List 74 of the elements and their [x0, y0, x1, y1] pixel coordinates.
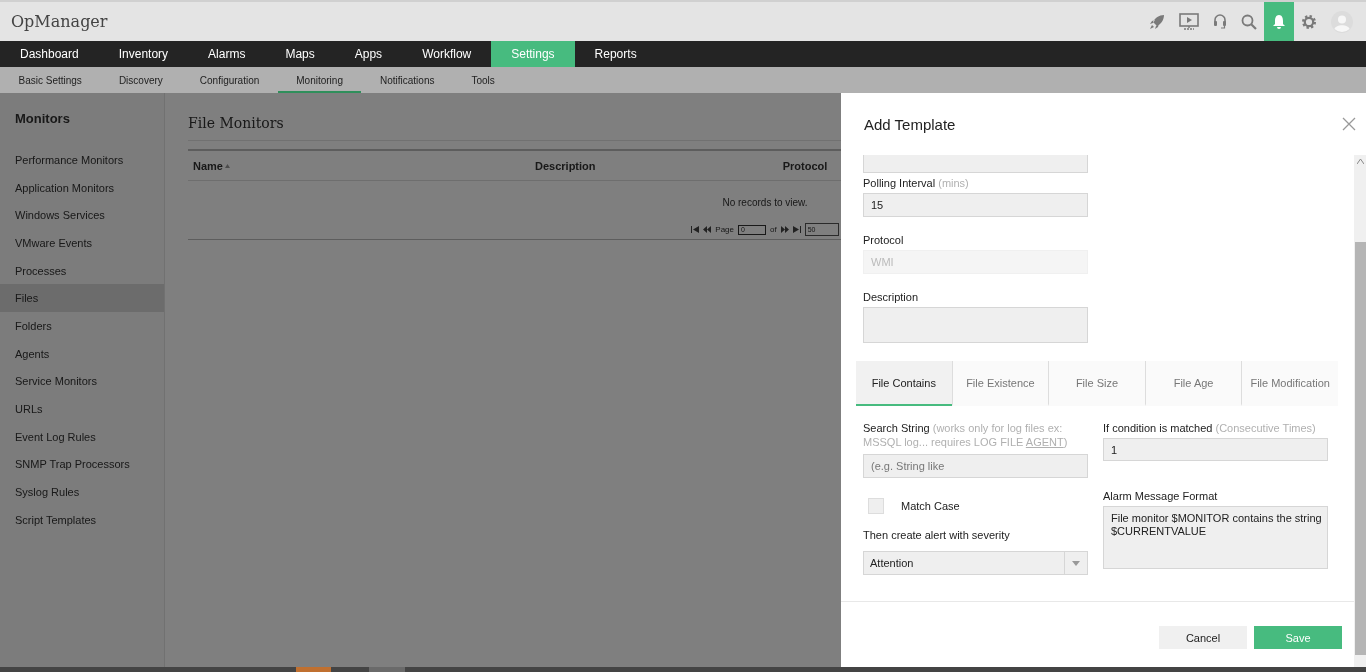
- field-label: Description: [863, 290, 920, 304]
- close-icon[interactable]: [1342, 117, 1356, 131]
- app-title: OpManager: [11, 12, 109, 31]
- sidebar-item[interactable]: SNMP Trap Processors: [0, 450, 164, 479]
- field-label: Then create alert with severity: [863, 528, 1011, 542]
- column-header[interactable]: Protocol: [782, 159, 828, 172]
- next-page-icon[interactable]: [780, 226, 789, 233]
- tab[interactable]: File Size: [1048, 361, 1145, 406]
- save-button[interactable]: Save: [1254, 626, 1342, 649]
- settings-icon[interactable]: [1301, 13, 1317, 30]
- input-field[interactable]: [863, 155, 1088, 173]
- nav-tab[interactable]: Inventory: [98, 41, 189, 67]
- nav-tab[interactable]: Maps: [265, 41, 335, 67]
- checkbox-label: Match Case: [901, 499, 960, 513]
- tab[interactable]: File Modification: [1241, 361, 1338, 406]
- field-label: Polling Interval: [863, 177, 936, 189]
- sidebar-item[interactable]: Files: [0, 284, 164, 313]
- nav-tab[interactable]: Alarms: [188, 41, 266, 67]
- subnav-tab[interactable]: Discovery: [100, 67, 182, 93]
- input-field[interactable]: 15: [863, 193, 1088, 217]
- tab[interactable]: File Contains: [856, 361, 952, 406]
- scroll-up-icon[interactable]: [1357, 159, 1364, 164]
- nav-tab[interactable]: Dashboard: [0, 41, 99, 67]
- dialog-title: Add Template: [864, 115, 956, 133]
- field-label: Alarm Message Format: [1103, 489, 1219, 503]
- caret-icon: [1072, 560, 1080, 566]
- previous-page-icon[interactable]: [703, 226, 712, 233]
- field-label: Search String (works only for log files ex: MSSQL log... requires LOG FILE AGENT): [863, 421, 1069, 449]
- bell-icon[interactable]: [1272, 13, 1286, 30]
- scrollbar[interactable]: [1354, 155, 1366, 667]
- checkbox[interactable]: [868, 498, 884, 514]
- field-label: If condition is matched: [1103, 422, 1213, 434]
- headset-icon[interactable]: [1213, 13, 1227, 30]
- field-label: Protocol: [863, 233, 905, 247]
- sort-icon[interactable]: [224, 163, 230, 168]
- sidebar-item[interactable]: Folders: [0, 312, 164, 340]
- sidebar-item[interactable]: VMware Events: [0, 229, 164, 257]
- sidebar-item[interactable]: Event Log Rules: [0, 422, 164, 451]
- sidebar-item[interactable]: URLs: [0, 395, 164, 423]
- severity-select[interactable]: Attention: [863, 551, 1088, 575]
- nav-tab[interactable]: Apps: [334, 41, 403, 67]
- subnav-tab[interactable]: Configuration: [181, 67, 278, 93]
- search-icon[interactable]: [1241, 13, 1257, 30]
- sidebar-title: Monitors: [14, 110, 71, 128]
- sidebar-item[interactable]: Performance Monitors: [0, 146, 164, 174]
- last-page-icon[interactable]: [792, 226, 801, 233]
- first-page-icon[interactable]: [691, 226, 700, 233]
- sidebar-item[interactable]: Service Monitors: [0, 367, 164, 396]
- of-label: of: [770, 225, 777, 234]
- input-field[interactable]: (e.g. String like: [863, 454, 1088, 478]
- subnav-tab[interactable]: Notifications: [361, 67, 453, 93]
- text-area[interactable]: File monitor $MONITOR contains the string $CURRENTVALUE: [1103, 506, 1328, 569]
- nav-tab[interactable]: Reports: [574, 41, 657, 67]
- column-header[interactable]: Name: [193, 159, 223, 172]
- tab[interactable]: File Existence: [951, 361, 1049, 406]
- sidebar-item[interactable]: Application Monitors: [0, 173, 164, 202]
- subnav-tab[interactable]: Tools: [452, 67, 514, 93]
- input-field[interactable]: 1: [1103, 438, 1328, 461]
- sidebar-item[interactable]: Syslog Rules: [0, 478, 164, 506]
- cancel-button[interactable]: Cancel: [1159, 626, 1247, 649]
- sidebar-item[interactable]: Windows Services: [0, 201, 164, 230]
- monitor-play-icon[interactable]: [1179, 12, 1199, 31]
- page-label: Page: [715, 225, 734, 234]
- field-hint: (Consecutive Times): [1215, 422, 1316, 434]
- subnav-tab[interactable]: Basic Settings: [0, 67, 101, 93]
- nav-tab[interactable]: Workflow: [402, 41, 492, 67]
- rocket-icon[interactable]: [1149, 13, 1165, 30]
- tab[interactable]: File Age: [1144, 361, 1242, 406]
- field-hint: (mins): [938, 177, 969, 189]
- nav-tab[interactable]: Settings: [491, 41, 575, 67]
- empty-message: No records to view.: [722, 197, 808, 208]
- column-header[interactable]: Description: [535, 159, 596, 172]
- sidebar-item[interactable]: Script Templates: [0, 505, 164, 534]
- sidebar-item[interactable]: Agents: [0, 339, 164, 368]
